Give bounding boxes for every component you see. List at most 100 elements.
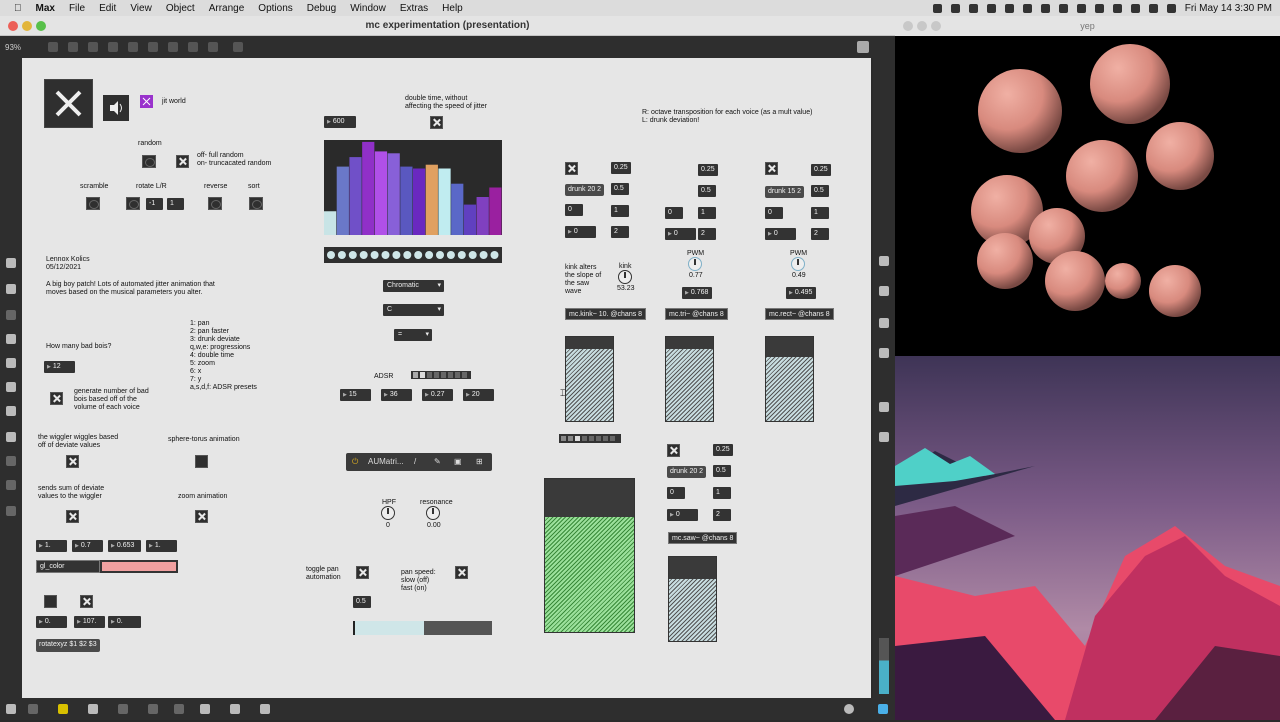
cube-icon[interactable]	[6, 258, 16, 268]
adsr-attack[interactable]: 15	[340, 389, 371, 401]
color-g-number[interactable]: 0.7	[72, 540, 103, 552]
bad-bois-number[interactable]: 12	[44, 361, 75, 373]
list-icon[interactable]	[6, 358, 16, 368]
siri-icon[interactable]	[1166, 3, 1176, 13]
saw-toggle[interactable]	[667, 444, 680, 457]
voice2-val4[interactable]: 1	[698, 207, 716, 219]
menu-object[interactable]: Object	[166, 3, 195, 14]
sort-button[interactable]	[249, 197, 263, 210]
step-dot[interactable]	[392, 251, 401, 259]
voice3-val4[interactable]: 1	[811, 207, 829, 219]
adsr-decay[interactable]: 36	[381, 389, 412, 401]
saw-val4[interactable]: 1	[713, 487, 731, 499]
location-icon[interactable]	[932, 3, 942, 13]
volume-icon[interactable]	[1040, 3, 1050, 13]
voice2-top-number[interactable]: 0.25	[698, 164, 718, 176]
play-icon[interactable]	[844, 704, 854, 714]
package-icon[interactable]	[6, 432, 16, 442]
reverse-button[interactable]	[208, 197, 222, 210]
history-icon[interactable]	[6, 480, 16, 490]
columns-icon[interactable]	[879, 318, 889, 328]
plugin-settings-icon[interactable]: ⊞	[476, 453, 483, 471]
voice2-val6[interactable]: 2	[698, 228, 716, 240]
audio-toggle[interactable]	[103, 95, 129, 121]
step-dot[interactable]	[436, 251, 444, 259]
dsp-power-icon[interactable]	[878, 704, 888, 714]
saw-val5[interactable]: 0	[667, 509, 698, 521]
scale-menu[interactable]: Chromatic	[383, 280, 444, 292]
saw-drunk[interactable]: drunk 20 2	[667, 466, 707, 478]
rotate-left-number[interactable]: -1	[146, 198, 163, 210]
voice3-mult[interactable]: 0.5	[811, 185, 829, 197]
toolbar-icon-9[interactable]	[208, 42, 218, 52]
step-dot[interactable]	[425, 251, 434, 259]
toolbar-icon-8[interactable]	[188, 42, 198, 52]
step-dot[interactable]	[403, 251, 412, 259]
third-menu[interactable]: =	[394, 329, 432, 341]
wifi-icon[interactable]	[1094, 3, 1104, 13]
info-icon[interactable]	[879, 286, 889, 296]
toolbar-icon-2[interactable]	[68, 42, 78, 52]
pan-value-number[interactable]: 0.5	[353, 596, 371, 608]
toolbar-icon-4[interactable]	[108, 42, 118, 52]
voice1-toggle[interactable]	[565, 162, 578, 175]
toolbar-icon-10[interactable]	[233, 42, 243, 52]
voice3-toggle[interactable]	[765, 162, 778, 175]
step-dot[interactable]	[327, 251, 335, 259]
sync-icon[interactable]	[1004, 3, 1014, 13]
grid-snap-icon[interactable]	[174, 704, 184, 714]
spotlight-icon[interactable]	[1130, 3, 1140, 13]
pwm1-dial[interactable]	[688, 257, 702, 271]
voice1-mult[interactable]: 0.5	[611, 183, 629, 195]
toolbar-icon-1[interactable]	[48, 42, 58, 52]
voice1-val5[interactable]: 0	[565, 226, 596, 238]
generate-toggle[interactable]	[50, 392, 63, 405]
pwm2-number[interactable]: 0.495	[786, 287, 816, 299]
rotate-toggle-1[interactable]	[44, 595, 57, 608]
step-dot[interactable]	[479, 251, 488, 259]
kink-dial[interactable]	[618, 270, 632, 284]
clock-icon[interactable]	[6, 456, 16, 466]
key-menu[interactable]: C	[383, 304, 444, 316]
rotate-toggle-2[interactable]	[80, 595, 93, 608]
plugin-wrench-icon[interactable]: ✎	[434, 453, 441, 471]
sends-sum-toggle[interactable]	[66, 510, 79, 523]
menu-options[interactable]: Options	[258, 3, 292, 14]
camera-icon[interactable]	[879, 402, 889, 412]
cloud-icon[interactable]	[986, 3, 996, 13]
toolbar-icon-3[interactable]	[88, 42, 98, 52]
rot-z-number[interactable]: 0.	[108, 616, 141, 628]
voice3-val3[interactable]: 0	[765, 207, 783, 219]
target-icon[interactable]	[6, 284, 16, 294]
sliders-icon[interactable]	[879, 432, 889, 442]
saw-mult[interactable]: 0.5	[713, 465, 731, 477]
presentation-icon[interactable]	[58, 704, 68, 714]
random-mode-toggle[interactable]	[176, 155, 189, 168]
plugin-camera-icon[interactable]: ▣	[454, 453, 462, 471]
step-dot[interactable]	[414, 251, 423, 259]
rotatexyz-message[interactable]: rotatexyz $1 $2 $3	[36, 639, 100, 652]
zoom-anim-toggle[interactable]	[195, 510, 208, 523]
saw-val3[interactable]: 0	[667, 487, 685, 499]
minimize-window-icon[interactable]	[22, 21, 32, 31]
pwm1-number[interactable]: 0.768	[682, 287, 712, 299]
voice2-val5[interactable]: 0	[665, 228, 696, 240]
close-window-icon[interactable]	[8, 21, 18, 31]
toolbar-icon-6[interactable]	[148, 42, 158, 52]
jit-minimize-icon[interactable]	[917, 21, 927, 31]
jit-world-toggle[interactable]	[140, 95, 153, 108]
dropbox-icon[interactable]	[968, 3, 978, 13]
menu-window[interactable]: Window	[350, 3, 386, 14]
wiggler-toggle[interactable]	[66, 455, 79, 468]
wrench-icon[interactable]	[200, 704, 210, 714]
search-icon[interactable]	[879, 256, 889, 266]
double-time-toggle[interactable]	[430, 116, 443, 129]
star-icon[interactable]	[6, 506, 16, 516]
menu-arrange[interactable]: Arrange	[209, 3, 245, 14]
time-machine-icon[interactable]	[1112, 3, 1122, 13]
menu-debug[interactable]: Debug	[307, 3, 336, 14]
menubar-clock[interactable]: Fri May 14 3:30 PM	[1185, 3, 1272, 14]
flag-icon[interactable]	[1058, 3, 1068, 13]
piano-icon[interactable]	[230, 704, 240, 714]
voice2-val3[interactable]: 0	[665, 207, 683, 219]
